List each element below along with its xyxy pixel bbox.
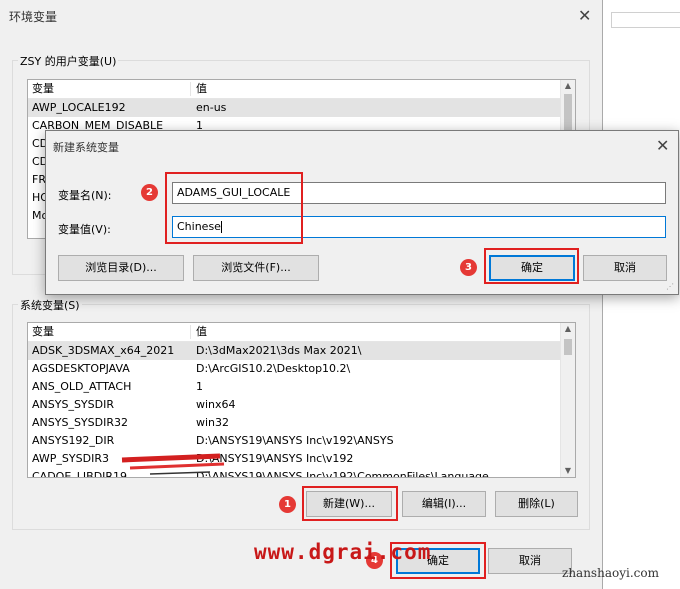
highlight-box-dialog-ok xyxy=(484,248,579,284)
table-row[interactable]: ANSYS_SYSDIR winx64 xyxy=(28,396,561,414)
system-variables-label: 系统变量(S) xyxy=(18,297,82,313)
table-row[interactable]: AWP_LOCALE192 en-us xyxy=(28,99,561,117)
table-row[interactable]: ADSK_3DSMAX_x64_2021 D:\3dMax2021\3ds Ma… xyxy=(28,342,561,360)
dialog-title: 新建系统变量 xyxy=(53,141,119,154)
table-row[interactable]: ANSYS192_DIR D:\ANSYS19\ANSYS Inc\v192\A… xyxy=(28,432,561,450)
variable-name-label: 变量名(N): xyxy=(58,189,112,202)
scroll-up-icon[interactable]: ▲ xyxy=(561,80,575,92)
table-row[interactable]: AWP_SYSDIR3 D:\ANSYS19\ANSYS Inc\v192 xyxy=(28,450,561,468)
column-header-value[interactable]: 值 xyxy=(196,80,207,98)
corner-watermark: zhanshaoyi.com xyxy=(562,566,659,580)
list-header: 变量 值 xyxy=(28,323,561,342)
variable-value-label: 变量值(V): xyxy=(58,223,111,236)
table-row[interactable]: ANSYS_SYSDIR32 win32 xyxy=(28,414,561,432)
column-header-name[interactable]: 变量 xyxy=(32,80,54,98)
scroll-down-icon[interactable]: ▼ xyxy=(561,465,575,477)
scrollbar-thumb[interactable] xyxy=(564,94,572,134)
table-row[interactable]: CADOE_LIBDIR19 D:\ANSYS19\ANSYS Inc\v192… xyxy=(28,468,561,477)
column-header-value[interactable]: 值 xyxy=(196,323,207,341)
background-input xyxy=(611,12,680,28)
edit-button[interactable]: 编辑(I)... xyxy=(402,491,486,517)
close-icon[interactable]: ✕ xyxy=(578,8,591,24)
step-badge-2: 2 xyxy=(141,184,158,201)
dialog-cancel-button[interactable]: 取消 xyxy=(583,255,667,281)
new-system-variable-dialog: 新建系统变量 ✕ 变量名(N): ADAMS_GUI_LOCALE 变量值(V)… xyxy=(45,130,679,295)
browse-file-button[interactable]: 浏览文件(F)... xyxy=(193,255,319,281)
step-badge-3: 3 xyxy=(460,259,477,276)
table-row[interactable]: AGSDESKTOPJAVA D:\ArcGIS10.2\Desktop10.2… xyxy=(28,360,561,378)
scrollbar-thumb[interactable] xyxy=(564,339,572,355)
table-row[interactable]: ANS_OLD_ATTACH 1 xyxy=(28,378,561,396)
dialog-close-icon[interactable]: ✕ xyxy=(656,138,669,154)
delete-button[interactable]: 删除(L) xyxy=(495,491,578,517)
browse-directory-button[interactable]: 浏览目录(D)... xyxy=(58,255,184,281)
window-title: 环境变量 xyxy=(9,10,58,24)
highlight-box-new xyxy=(302,486,398,521)
user-variables-label: ZSY 的用户变量(U) xyxy=(18,53,119,69)
list-header: 变量 值 xyxy=(28,80,561,99)
step-badge-1: 1 xyxy=(279,496,296,513)
site-watermark: www.dgrai.com xyxy=(254,540,432,564)
system-list-scrollbar[interactable]: ▲ ▼ xyxy=(560,323,575,477)
scribble-mark xyxy=(121,453,225,475)
cancel-button[interactable]: 取消 xyxy=(488,548,572,574)
scroll-up-icon[interactable]: ▲ xyxy=(561,323,575,335)
highlight-box-variable-fields xyxy=(165,172,303,244)
resize-grip-icon[interactable]: ⋰ xyxy=(666,282,674,291)
column-header-name[interactable]: 变量 xyxy=(32,323,54,341)
system-variables-list[interactable]: 变量 值 ADSK_3DSMAX_x64_2021 D:\3dMax2021\3… xyxy=(27,322,576,478)
dialog-title-divider xyxy=(46,159,678,160)
